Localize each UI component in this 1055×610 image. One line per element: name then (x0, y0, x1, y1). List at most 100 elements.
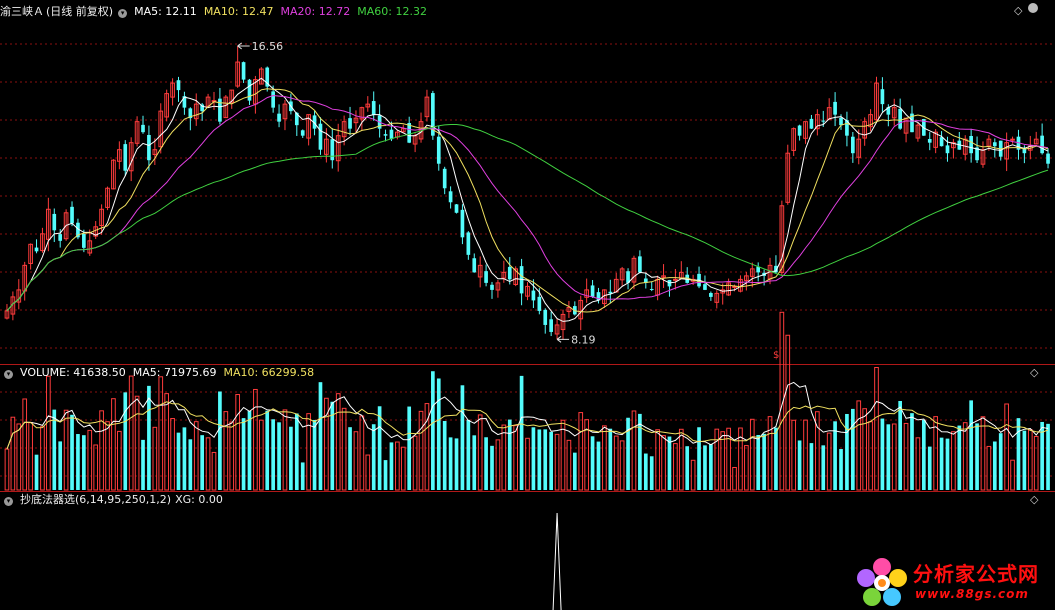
volume-bar-up (578, 412, 584, 491)
volume-bar-down (638, 413, 642, 490)
volume-bar-down (123, 392, 128, 490)
volume-bar-down (992, 441, 997, 490)
volume-bar-up (412, 435, 418, 491)
volume-bar-down (998, 433, 1003, 490)
candle-down (52, 213, 57, 231)
volume-bar-up (152, 426, 158, 491)
chart-canvas[interactable]: 16.56 8.19 $ (0, 0, 1055, 610)
volume-bar-up (720, 431, 726, 491)
candle-down (448, 191, 453, 203)
volume-bar-up (229, 421, 235, 491)
chevron-down-icon[interactable]: ▾ (118, 9, 128, 18)
candle-down (543, 309, 548, 325)
candle-down (460, 209, 465, 238)
candle-down (318, 123, 323, 150)
volume-bar-up (749, 418, 755, 491)
volume-bar-up (258, 419, 264, 491)
chart-mode: (日线 前复权) (46, 5, 114, 18)
volume-bar-down (762, 433, 766, 490)
volume-bar-up (673, 443, 678, 491)
candle-down (945, 145, 950, 154)
candle-down (969, 136, 973, 154)
indicator-signal (552, 512, 562, 610)
candle-down (389, 129, 394, 140)
candle-down (992, 142, 997, 147)
volume-bar-down (886, 424, 891, 490)
candle-down (147, 134, 151, 161)
site-logo: 分析家公式网 www.88gs.com (855, 556, 1055, 610)
volume-bar-up (560, 419, 566, 491)
candle-down (472, 258, 477, 273)
volume-bar-down (348, 427, 352, 490)
candle-down (537, 296, 542, 311)
volume-bar-down (626, 417, 630, 490)
volume-bar-down (58, 441, 63, 490)
volume-bar-up (513, 425, 519, 491)
candle-down (797, 125, 802, 136)
candle-down (241, 62, 246, 80)
candle-down (531, 290, 536, 301)
volume-bar-up (111, 398, 116, 491)
xg-signal-spike (552, 512, 562, 610)
volume-bar-up (862, 408, 868, 491)
volume-bar-up (602, 425, 607, 491)
volume-bar-down (436, 378, 441, 490)
volume-bar-down (448, 437, 453, 490)
volume-bar-down (289, 426, 293, 490)
logo-text: 分析家公式网 (913, 562, 1039, 586)
ma-label-2: MA20: 12.72 (280, 5, 351, 18)
candle-down (809, 118, 814, 129)
volume-bar-up (655, 429, 660, 491)
volume-bar-up (803, 419, 808, 491)
volume-bar-down (377, 406, 382, 490)
volume-label-2: MA10: 66299.58 (223, 366, 315, 379)
volume-bar-down (921, 419, 926, 490)
volume-panel-header: ▾ VOLUME: 41638.50 MA5: 71975.69 MA10: 6629… (0, 366, 328, 380)
volume-bar-down (945, 438, 950, 490)
volume-bar-down (472, 435, 477, 490)
volume-bar-down (709, 444, 713, 490)
stock-chart-window: 16.56 8.19 $ 渝三峡Ａ (日线 前复权) ▾ MA5: 12.11 MA10: … (0, 0, 1055, 610)
volume-bar-up (951, 431, 956, 491)
chevron-down-icon[interactable]: ▾ (4, 497, 13, 506)
candle-down (549, 319, 553, 332)
candle-down (880, 89, 885, 105)
volume-bar-up (554, 433, 560, 491)
volume-bar-down (975, 423, 979, 490)
candle-down (70, 206, 74, 224)
volume-bar-up (891, 423, 897, 491)
volume-bar-up (170, 418, 175, 491)
zoom-icon[interactable]: ◇ (1030, 493, 1038, 506)
volume-bar-down (454, 438, 459, 490)
candle-down (709, 293, 713, 297)
volume-bar-up (726, 427, 731, 491)
volume-bar-down (596, 441, 601, 490)
zoom-icon[interactable]: ◇ (1030, 366, 1038, 379)
volume-bar-up (87, 429, 93, 491)
settings-circle-icon[interactable] (1028, 3, 1038, 13)
zoom-icon[interactable]: ◇ (1014, 4, 1022, 17)
candle-down (82, 233, 86, 248)
volume-bar-up (400, 446, 406, 491)
volume-bar-down (608, 428, 613, 490)
ma10-line (6, 88, 1049, 313)
volume-bar-down (957, 425, 962, 490)
volume-bar-up (986, 445, 992, 491)
volume-bar-up (117, 430, 122, 491)
volume-bar-up (732, 467, 737, 491)
volume-bar-down (407, 406, 412, 490)
candle-down (590, 285, 595, 297)
candle-down (348, 118, 352, 129)
low-price-label: 8.19 (571, 333, 596, 346)
volume-bar-down (845, 413, 849, 490)
volume-bar-up (193, 421, 199, 491)
volume-bar-down (271, 419, 275, 490)
volume-bar-up (418, 410, 424, 491)
volume-bar-down (549, 431, 553, 490)
indicator-panel-header: ▾ 抄底法器选(6,14,95,250,1,2) XG: 0.00 (0, 493, 230, 507)
volume-bar-up (1027, 429, 1033, 491)
volume-bar-down (141, 439, 145, 490)
chevron-down-icon[interactable]: ▾ (4, 370, 13, 379)
volume-bar-up (1010, 459, 1015, 491)
volume-bar-down (76, 434, 80, 490)
